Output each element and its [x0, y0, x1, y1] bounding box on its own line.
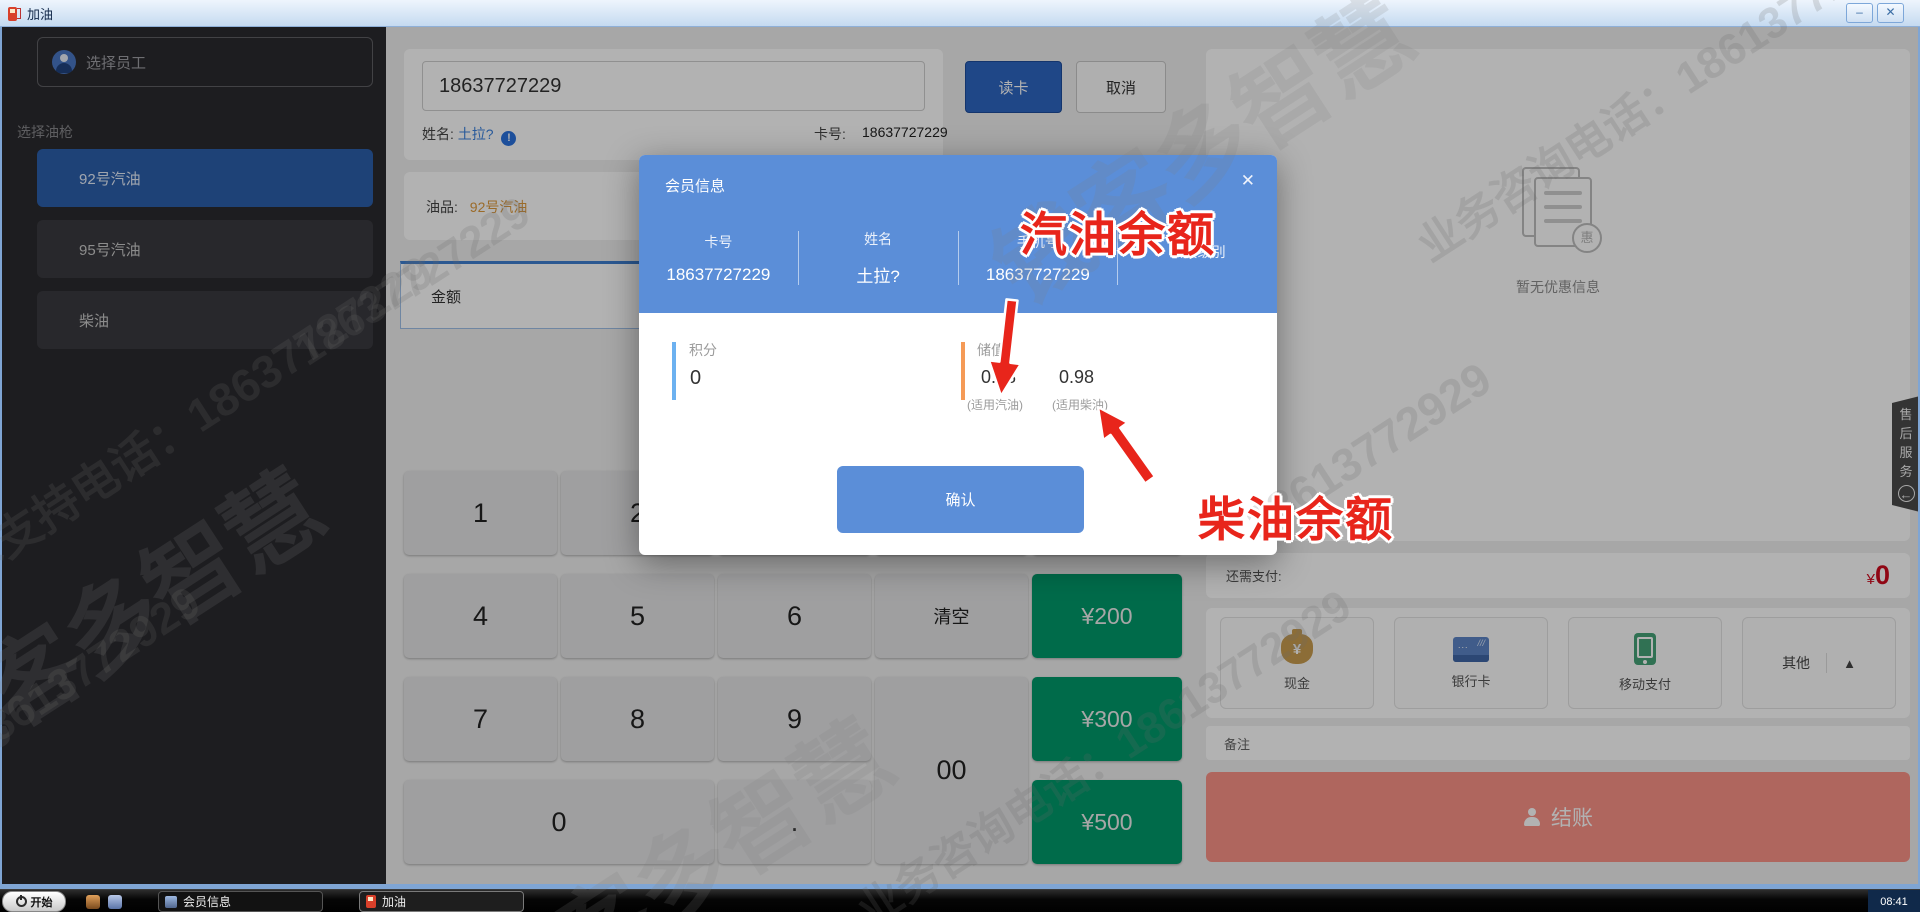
- stored-value-bar: [961, 342, 965, 400]
- stored-diesel-amount: 0.98: [1059, 367, 1095, 387]
- modal-col-phone: 手机号 18637727229: [985, 233, 1090, 284]
- taskbar-clock: 08:41: [1868, 890, 1920, 912]
- taskbar-app-member-info[interactable]: 会员信息: [158, 891, 323, 912]
- confirm-button[interactable]: 确认: [837, 466, 1084, 533]
- window-title: 加油: [27, 6, 54, 22]
- member-app-icon: [165, 895, 177, 908]
- modal-col-cardno: 卡号 18637727229: [666, 233, 771, 284]
- tray-icon-2[interactable]: [108, 894, 122, 909]
- modal-header: 会员信息 ✕ 卡号 18637727229 姓名 土拉? 手机号 1863772…: [639, 155, 1277, 313]
- stored-value-label: 储值: [977, 342, 1005, 358]
- modal-close-icon[interactable]: ✕: [1241, 171, 1255, 191]
- pump-app-icon: [366, 895, 376, 908]
- modal-title: 会员信息: [665, 178, 726, 195]
- power-icon: [15, 895, 27, 907]
- stored-gasoline-amount: 0.98: [981, 367, 1017, 387]
- minimize-button[interactable]: –: [1846, 3, 1873, 23]
- points-label: 积分: [689, 342, 717, 358]
- app-window: 加油 – ✕ 选择员工 选择油枪 92号汽油 95号汽油 柴油 姓名: 土拉? …: [0, 0, 1920, 912]
- start-button[interactable]: 开始: [2, 891, 66, 912]
- member-info-modal: 会员信息 ✕ 卡号 18637727229 姓名 土拉? 手机号 1863772…: [639, 155, 1277, 555]
- stored-diesel-caption: (适用柴油): [1052, 398, 1108, 412]
- points-bar: [672, 342, 676, 400]
- close-button[interactable]: ✕: [1877, 3, 1904, 23]
- title-bar: 加油 – ✕: [0, 0, 1920, 27]
- points-value: 0: [690, 367, 702, 389]
- modal-col-name: 姓名 土拉?: [856, 231, 900, 286]
- tray-icon-1[interactable]: [86, 894, 100, 909]
- fuel-pump-icon: [8, 5, 21, 21]
- taskbar: 开始 会员信息 加油 08:41: [0, 889, 1920, 912]
- taskbar-app-refuel[interactable]: 加油: [359, 891, 524, 912]
- modal-col-level: 会员级别: [1169, 243, 1226, 260]
- stored-gasoline-caption: (适用汽油): [967, 398, 1023, 412]
